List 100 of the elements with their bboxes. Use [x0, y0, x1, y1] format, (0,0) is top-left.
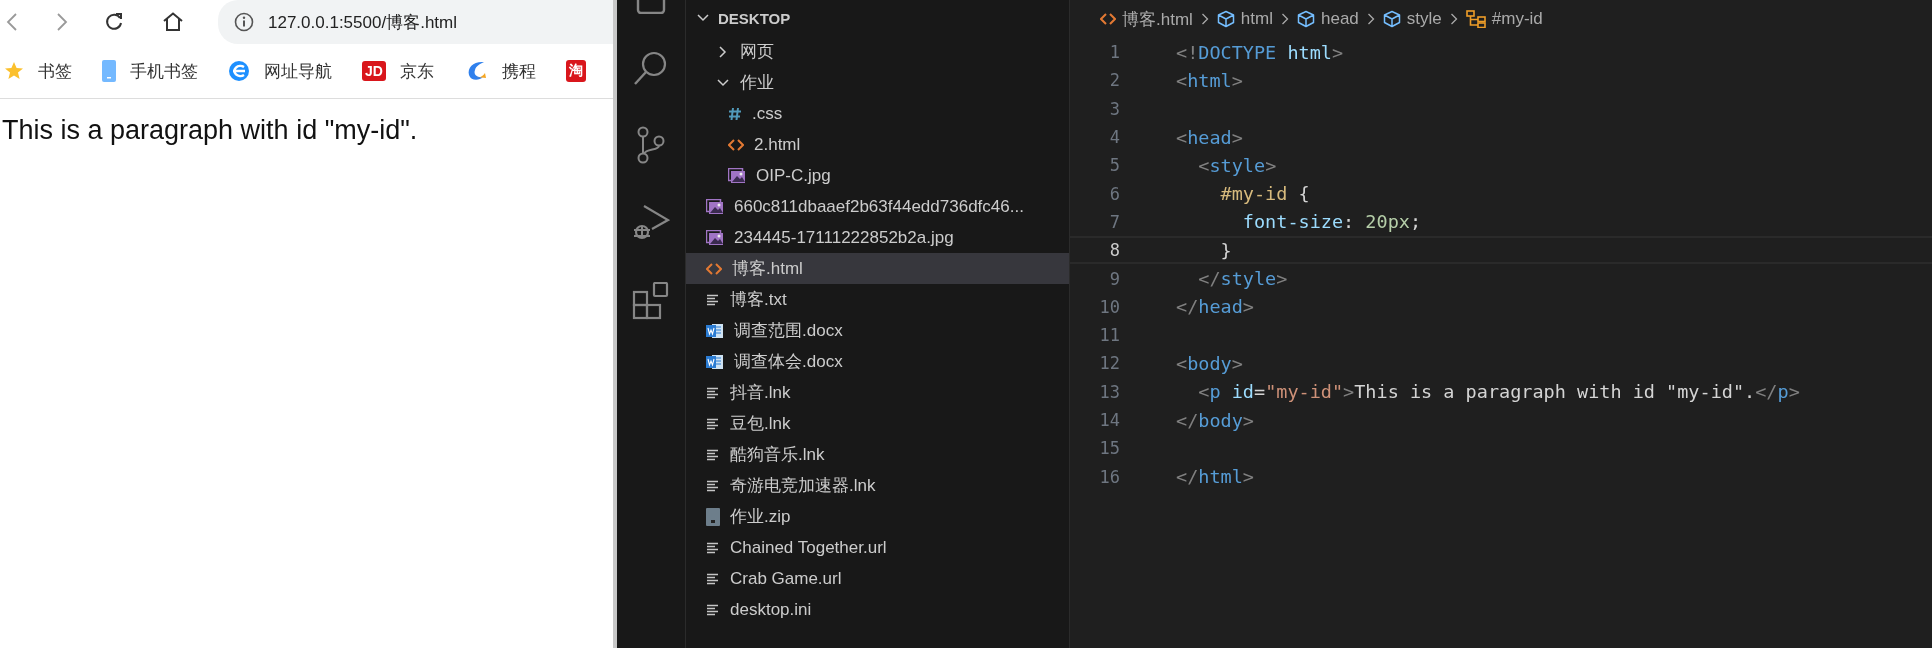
- file-item[interactable]: 奇游电竞加速器.lnk: [686, 470, 1069, 501]
- code-line: </body>: [1176, 409, 1254, 431]
- chevron-right-icon: [1200, 13, 1209, 25]
- code-line: #my-id {: [1219, 183, 1310, 205]
- structure-icon: [1465, 10, 1486, 28]
- breadcrumb[interactable]: head: [1296, 9, 1359, 29]
- code-line: </head>: [1176, 296, 1254, 318]
- file-item[interactable]: desktop.ini: [686, 594, 1069, 625]
- cube-icon: [1296, 10, 1315, 28]
- code-line: <head>: [1176, 126, 1243, 148]
- file-item[interactable]: 抖音.lnk: [686, 377, 1069, 408]
- bookmark-link[interactable]: 手机书签: [130, 59, 198, 83]
- hash-icon: [728, 106, 742, 121]
- code-line: </style>: [1197, 268, 1288, 289]
- paragraph-text: This is a paragraph with id "my-id".: [2, 115, 419, 146]
- file-item[interactable]: 豆包.lnk: [686, 408, 1069, 439]
- code-line: </html>: [1176, 466, 1254, 488]
- file-item[interactable]: 博客.txt: [686, 284, 1069, 315]
- file-item[interactable]: Crab Game.url: [686, 563, 1069, 594]
- info-icon: [234, 12, 254, 32]
- image-icon: [706, 229, 724, 246]
- section-title[interactable]: DESKTOP: [718, 9, 791, 27]
- word-document-icon: [706, 353, 724, 370]
- text-lines-icon: [706, 417, 720, 430]
- line-number: 12: [1098, 353, 1120, 374]
- line-number: 6: [1108, 183, 1120, 204]
- phone-icon: [102, 60, 116, 82]
- image-icon: [728, 167, 746, 184]
- star-icon: [4, 61, 24, 81]
- file-item[interactable]: OIP-C.jpg: [686, 160, 1069, 191]
- home-icon[interactable]: [162, 12, 184, 32]
- code-brackets-icon: [728, 137, 744, 152]
- code-line: <style>: [1197, 154, 1277, 176]
- text-lines-icon: [706, 603, 720, 616]
- image-icon: [706, 198, 724, 215]
- text-lines-icon: [706, 448, 720, 461]
- text-lines-icon: [706, 479, 720, 492]
- reload-icon[interactable]: [104, 12, 124, 32]
- back-icon[interactable]: [6, 12, 18, 32]
- url-text: 127.0.0.1:5500/博客.html: [268, 11, 457, 34]
- bookmark-logo-icon: JD: [362, 61, 386, 81]
- file-item[interactable]: 作业.zip: [686, 501, 1069, 532]
- code-line: <html>: [1176, 69, 1243, 91]
- code-line: <p id="my-id">This is a paragraph with id "my-id".</p>: [1197, 381, 1800, 403]
- line-number: 3: [1108, 98, 1120, 119]
- forward-icon[interactable]: [56, 12, 68, 32]
- chevron-right-icon: [1280, 13, 1289, 25]
- bookmark-logo-icon: 淘: [565, 60, 586, 82]
- line-number: 7: [1108, 211, 1120, 232]
- breadcrumb[interactable]: 博客.html: [1100, 7, 1193, 31]
- code-line: <body>: [1176, 352, 1243, 374]
- breadcrumb[interactable]: style: [1382, 9, 1442, 29]
- source-control-icon[interactable]: [636, 126, 666, 164]
- code-brackets-icon: [706, 261, 722, 276]
- bookmark-link[interactable]: 书签: [38, 59, 72, 83]
- text-lines-icon: [706, 541, 720, 554]
- folder-item[interactable]: 网页: [686, 36, 1069, 67]
- file-item[interactable]: 2.html: [686, 129, 1069, 160]
- line-number: 15: [1098, 438, 1120, 459]
- cube-icon: [1382, 10, 1401, 28]
- file-item[interactable]: 调查范围.docx: [686, 315, 1069, 346]
- file-item[interactable]: .css: [686, 98, 1069, 129]
- line-number: 16: [1098, 466, 1120, 487]
- bookmark-link[interactable]: 网址导航: [264, 59, 332, 83]
- globe-e-icon: [228, 60, 250, 82]
- text-lines-icon: [706, 572, 720, 585]
- search-icon[interactable]: [633, 50, 669, 86]
- line-number: 9: [1108, 268, 1120, 289]
- folder-item[interactable]: 作业: [686, 67, 1069, 98]
- line-number: 8: [1108, 240, 1120, 261]
- line-number: 2: [1108, 70, 1120, 91]
- file-item[interactable]: 酷狗音乐.lnk: [686, 439, 1069, 470]
- address-bar[interactable]: 127.0.0.1:5500/博客.html: [218, 0, 613, 44]
- file-item[interactable]: 234445-17111222852b2a.jpg: [686, 222, 1069, 253]
- line-number: 4: [1108, 127, 1120, 148]
- line-number: 11: [1098, 325, 1120, 346]
- breadcrumb[interactable]: html: [1216, 9, 1273, 29]
- extensions-icon[interactable]: [632, 282, 670, 320]
- line-number: 14: [1098, 410, 1120, 430]
- file-item[interactable]: Chained Together.url: [686, 532, 1069, 563]
- chevron-right-icon: [1449, 13, 1458, 25]
- bookmark-link[interactable]: 京东: [399, 59, 434, 83]
- line-number: 10: [1098, 296, 1120, 317]
- code-line: <!DOCTYPE html>: [1176, 41, 1344, 63]
- text-lines-icon: [706, 293, 720, 306]
- code-line: font-size: 20px;: [1241, 211, 1422, 233]
- text-lines-icon: [706, 386, 720, 399]
- bookmark-link[interactable]: 携程: [501, 59, 536, 83]
- chevron-right-icon: [1366, 13, 1375, 25]
- file-item[interactable]: 660c811dbaaef2b63f44edd736dfc46...: [686, 191, 1069, 222]
- file-item[interactable]: 调查体会.docx: [686, 346, 1069, 377]
- breadcrumb[interactable]: #my-id: [1465, 9, 1543, 29]
- file-item[interactable]: 博客.html: [686, 253, 1069, 284]
- code-brackets-icon: [1100, 12, 1116, 26]
- line-number: 5: [1108, 155, 1120, 176]
- archive-icon: [706, 507, 720, 526]
- run-debug-icon[interactable]: [632, 204, 670, 242]
- code-line: }: [1219, 239, 1232, 261]
- cube-icon: [1216, 10, 1235, 28]
- word-document-icon: [706, 322, 724, 339]
